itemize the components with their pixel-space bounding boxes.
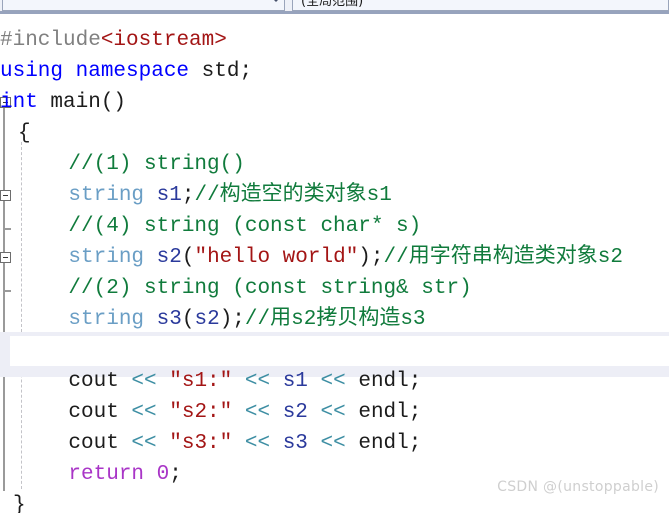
token-comment: //构造空的类对象s1 — [194, 184, 392, 207]
token-var-s3: s3 — [282, 432, 308, 455]
token-var-s3: s3 — [144, 308, 182, 331]
token-var-s1: s1 — [144, 184, 182, 207]
csdn-watermark: CSDN @(unstoppable) — [497, 479, 659, 495]
code-line-using[interactable]: using namespace std; — [0, 56, 669, 87]
token-cout: cout — [18, 401, 132, 424]
token-endl: endl; — [345, 401, 422, 424]
token-keyword-int: int — [0, 91, 38, 114]
token-close-brace: } — [13, 494, 26, 513]
current-line-inner — [10, 336, 669, 366]
code-line-comment-1[interactable]: //(1) string() — [0, 149, 669, 180]
token-paren-open: ( — [181, 246, 195, 269]
token-number-zero: 0 — [156, 463, 170, 486]
token-type-string: string — [68, 308, 145, 331]
token-shift-operator: << — [244, 432, 271, 455]
token-comment: //用字符串构造类对象s2 — [383, 246, 623, 269]
token-cout: cout — [18, 370, 132, 393]
code-line-comment-2[interactable]: //(2) string (const string& str) — [0, 273, 669, 304]
token-endl: endl; — [345, 432, 422, 455]
token-shift-operator: << — [244, 370, 271, 393]
token-header-name: <iostream> — [100, 29, 227, 52]
token-string-literal: "hello world" — [194, 246, 359, 269]
token-paren-close: ); — [219, 308, 245, 331]
code-line-include[interactable]: #include<iostream> — [0, 25, 669, 56]
token-shift-operator: << — [320, 401, 346, 424]
token-shift-operator: << — [320, 370, 346, 393]
token-paren-close: ); — [358, 246, 384, 269]
token-string-literal: "s2:" — [169, 401, 233, 424]
token-string-literal: "s3:" — [169, 432, 233, 455]
token-shift-operator: << — [131, 370, 157, 393]
token-var-s1: s1 — [282, 370, 308, 393]
token-cout: cout — [18, 432, 132, 455]
token-open-brace: { — [18, 122, 31, 145]
token-endl: endl; — [345, 370, 422, 393]
token-string-literal: "s1:" — [169, 370, 233, 393]
member-dropdown-value: (全局范围) — [301, 0, 364, 9]
token-keyword-using: using namespace — [0, 60, 202, 83]
token-comment: //(4) string (const char* s) — [18, 215, 422, 238]
code-line-open-brace[interactable]: { — [0, 118, 669, 149]
code-line-s3[interactable]: string s3(s2);//用s2拷贝构造s3 — [0, 304, 669, 335]
chevron-down-icon — [273, 0, 279, 2]
token-var-s2: s2 — [282, 401, 308, 424]
token-main-signature: main() — [37, 91, 127, 114]
token-type-string: string — [68, 184, 145, 207]
code-line-cout-s3[interactable]: cout << "s3:" << s3 << endl; — [0, 428, 669, 459]
token-keyword-return: return — [68, 463, 145, 486]
token-var-s2: s2 — [144, 246, 182, 269]
code-line-main[interactable]: int main() — [0, 87, 669, 118]
token-comment: //(2) string (const string& str) — [18, 277, 472, 300]
scope-dropdown[interactable] — [2, 0, 285, 11]
code-editor[interactable]: #include<iostream> using namespace std; … — [0, 14, 669, 513]
code-line-s1[interactable]: string s1;//构造空的类对象s1 — [0, 180, 669, 211]
code-line-cout-s1[interactable]: cout << "s1:" << s1 << endl; — [0, 366, 669, 397]
token-shift-operator: << — [131, 401, 157, 424]
token-comment: //(1) string() — [18, 153, 245, 176]
code-line-comment-4[interactable]: //(4) string (const char* s) — [0, 211, 669, 242]
member-dropdown[interactable]: (全局范围) — [292, 0, 669, 11]
editor-scope-bar: (全局范围) — [0, 0, 669, 14]
token-var-s2-arg: s2 — [194, 308, 220, 331]
token-semicolon: ; — [181, 184, 195, 207]
token-shift-operator: << — [244, 401, 271, 424]
code-line-s2[interactable]: string s2("hello world");//用字符串构造类对象s2 — [0, 242, 669, 273]
token-type-string: string — [68, 246, 145, 269]
token-shift-operator: << — [131, 432, 157, 455]
token-preprocessor: #include — [0, 29, 101, 52]
token-semicolon: ; — [169, 463, 182, 486]
code-line-cout-s2[interactable]: cout << "s2:" << s2 << endl; — [0, 397, 669, 428]
token-comment: //用s2拷贝构造s3 — [244, 308, 426, 331]
token-shift-operator: << — [320, 432, 346, 455]
token-paren-open: ( — [181, 308, 195, 331]
token-std: std; — [201, 60, 253, 83]
